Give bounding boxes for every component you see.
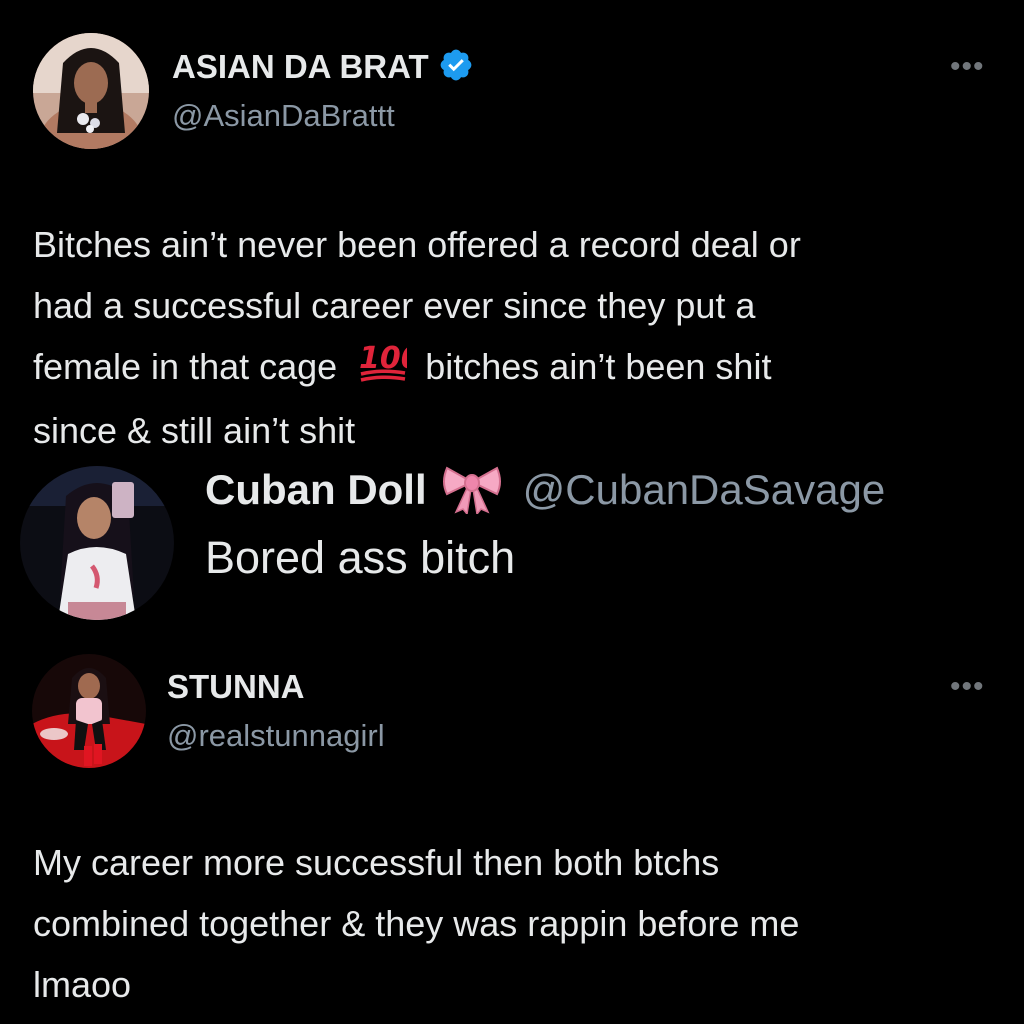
avatar-asian-da-brat[interactable] [33, 33, 149, 149]
tweet-text-line: lmaoo [33, 964, 132, 1005]
display-name[interactable]: STUNNA [167, 668, 305, 706]
handle[interactable]: @AsianDaBrattt [172, 98, 395, 134]
avatar-stunna[interactable] [32, 654, 146, 768]
pink-bow-emoji-icon [441, 462, 503, 519]
tweet-text-line: since & still ain’t shit [33, 410, 356, 452]
verified-badge-icon [438, 47, 474, 88]
tweet1-body: Bitches ain’t never been offered a recor… [33, 214, 801, 461]
tweet-text-line: Bitches ain’t never been offered a recor… [33, 224, 801, 265]
avatar-cuban-doll[interactable] [20, 466, 174, 620]
quoted-tweet-text: Bored ass bitch [205, 532, 516, 583]
more-options-icon[interactable]: ••• [950, 52, 985, 82]
tweet1-header: ASIAN DA BRAT [172, 47, 474, 87]
quoted-handle[interactable]: @CubanDaSavage [523, 466, 886, 514]
display-name[interactable]: ASIAN DA BRAT [172, 48, 429, 86]
tweet-text-line: My career more successful then both btch… [33, 842, 720, 883]
handle[interactable]: @realstunnagirl [167, 718, 385, 754]
more-options-icon[interactable]: ••• [950, 672, 985, 702]
tweet-text-line: had a successful career ever since they … [33, 285, 756, 326]
tweet-text-segment: female in that cage [33, 346, 338, 387]
tweet-text-line: female in that cage 100 bitches ain’t be… [33, 336, 801, 400]
tweet-text-segment: bitches ain’t been shit [425, 346, 772, 387]
quoted-display-name[interactable]: Cuban Doll [205, 466, 427, 514]
tweet2-body: My career more successful then both btch… [33, 832, 799, 1015]
hundred-points-emoji-icon: 100 [357, 338, 422, 400]
quoted-header: Cuban Doll @CubanDaSavage [205, 460, 885, 520]
tweet-text-line: combined together & they was rappin befo… [33, 903, 800, 944]
